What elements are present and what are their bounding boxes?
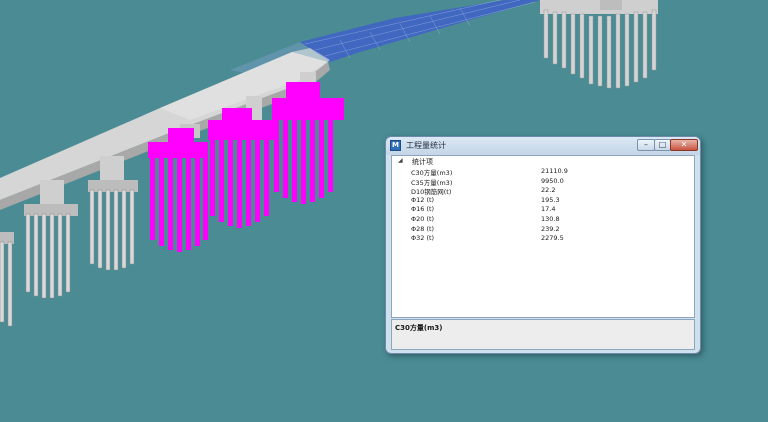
statistics-tree-panel[interactable]: ◢ 统计项 C30方量(m3) 21110.9 C35方量(m3) 9950.0… <box>391 155 695 318</box>
list-item[interactable]: Φ20 (t) 130.8 <box>392 215 694 225</box>
close-button[interactable]: ✕ <box>670 139 698 151</box>
list-item[interactable]: D10钢筋网(t) 22.2 <box>392 186 694 196</box>
item-value: 130.8 <box>541 214 560 223</box>
list-item[interactable]: Φ28 (t) 239.2 <box>392 225 694 235</box>
item-value: 239.2 <box>541 224 560 233</box>
list-item[interactable]: C30方量(m3) 21110.9 <box>392 167 694 177</box>
selected-item-label: C30方量(m3) <box>395 324 443 332</box>
item-name: Φ16 (t) <box>411 205 435 214</box>
item-value: 21110.9 <box>541 167 568 175</box>
item-value: 17.4 <box>541 205 556 214</box>
item-name: Φ28 (t) <box>411 224 435 233</box>
quantity-statistics-window[interactable]: M 工程量统计 – □ ✕ ◢ 统计项 C30方量(m3) 21110.9 C3… <box>385 136 701 354</box>
app-logo-icon: M <box>390 140 401 151</box>
item-name: C35方量(m3) <box>411 178 453 187</box>
item-name: Φ20 (t) <box>411 214 435 223</box>
item-value: 195.3 <box>541 195 560 204</box>
item-value: 22.2 <box>541 186 556 195</box>
item-name: C30方量(m3) <box>411 169 453 177</box>
selection-detail-panel: C30方量(m3) <box>391 319 695 350</box>
item-value: 2279.5 <box>541 234 564 243</box>
list-item[interactable]: C35方量(m3) 9950.0 <box>392 177 694 187</box>
maximize-button[interactable]: □ <box>654 139 671 151</box>
window-titlebar[interactable]: M 工程量统计 – □ ✕ <box>386 137 700 155</box>
item-name: Φ12 (t) <box>411 195 435 204</box>
list-item[interactable]: Φ16 (t) 17.4 <box>392 205 694 215</box>
statistics-rows: C30方量(m3) 21110.9 C35方量(m3) 9950.0 D10钢筋… <box>392 167 694 244</box>
item-name: Φ32 (t) <box>411 234 435 243</box>
item-name: D10钢筋网(t) <box>411 188 452 197</box>
tree-root-label: 统计项 <box>412 158 433 166</box>
minimize-button[interactable]: – <box>637 139 655 151</box>
list-item[interactable]: Φ32 (t) 2279.5 <box>392 234 694 244</box>
window-title: 工程量统计 <box>406 141 446 150</box>
triangle-down-icon[interactable]: ◢ <box>398 157 403 164</box>
list-item[interactable]: Φ12 (t) 195.3 <box>392 196 694 206</box>
item-value: 9950.0 <box>541 176 564 185</box>
